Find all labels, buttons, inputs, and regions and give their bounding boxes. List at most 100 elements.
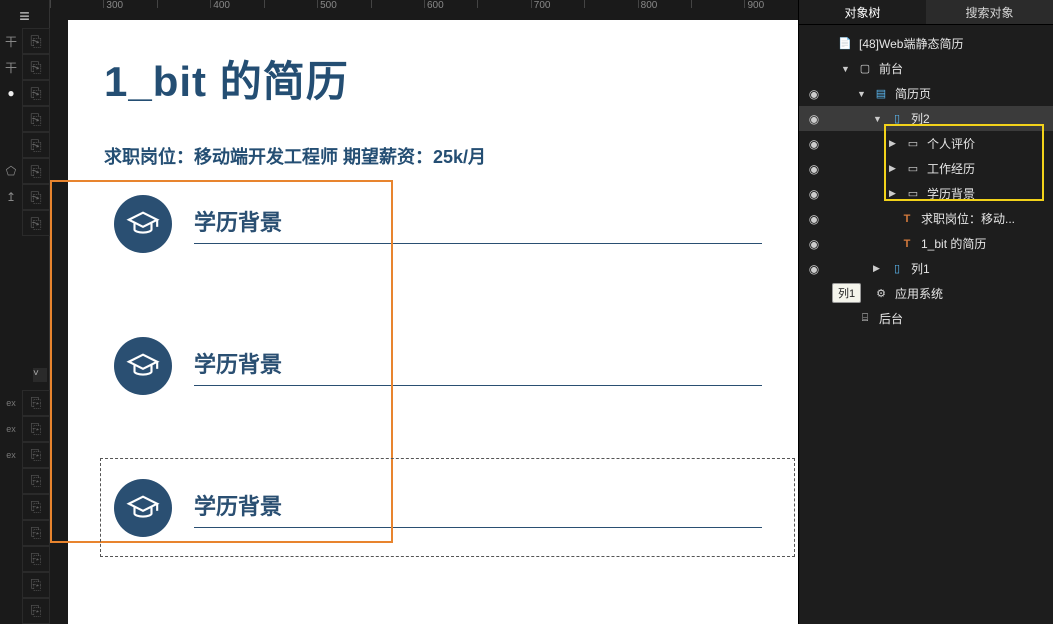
node-label: 后台 xyxy=(879,310,903,327)
object-tree[interactable]: 📄 [48]Web端静态简历 ▼ ▢ 前台 ◉ ▼ ▤ 简历页 ◉ ▼ ▯ xyxy=(799,25,1053,624)
tool-b2[interactable]: ⎘ xyxy=(22,54,50,80)
tool-ex5[interactable] xyxy=(0,494,22,520)
expand-arrow-icon[interactable]: ▼ xyxy=(873,114,883,124)
left-toolbar: ≡ 干 干 ● ⬠ ↥ ⎘ ⎘ ⎘ ⎘ ⎘ ⎘ ⎘ ⎘ ˅ ex⎘ ex⎘ ex… xyxy=(0,0,50,624)
collapse-arrow-icon[interactable]: ▶ xyxy=(889,138,899,149)
ruler-mark: 900 xyxy=(744,0,797,8)
tool-ic7[interactable]: ⎘ xyxy=(22,546,50,572)
visibility-icon[interactable]: ◉ xyxy=(803,137,825,151)
expand-arrow-icon[interactable]: ▼ xyxy=(857,89,867,99)
text-icon: T xyxy=(899,237,915,251)
tool-ex9[interactable] xyxy=(0,598,22,624)
tool-blank-1[interactable] xyxy=(0,106,22,132)
visibility-icon[interactable]: ◉ xyxy=(803,162,825,176)
tool-b8[interactable]: ⎘ xyxy=(22,210,50,236)
tool-ex8[interactable] xyxy=(0,572,22,598)
tool-arrow-up[interactable]: ↥ xyxy=(0,184,22,210)
visibility-icon[interactable]: ◉ xyxy=(803,212,825,226)
tool-b5[interactable]: ⎘ xyxy=(22,132,50,158)
node-label: 应用系统 xyxy=(895,285,943,302)
visibility-icon[interactable]: ◉ xyxy=(803,237,825,251)
resume-title[interactable]: 1_bit 的简历 xyxy=(104,48,762,109)
visibility-icon[interactable]: ◉ xyxy=(803,262,825,276)
tab-search[interactable]: 搜索对象 xyxy=(926,0,1053,24)
tree-node-resume-page[interactable]: ◉ ▼ ▤ 简历页 xyxy=(799,81,1053,106)
tree-node-jobtitle[interactable]: ◉ T 求职岗位：移动... xyxy=(799,206,1053,231)
visibility-icon[interactable]: ◉ xyxy=(803,112,825,126)
section-2[interactable]: 学历背景 xyxy=(114,337,762,395)
tool-blank-3[interactable] xyxy=(0,210,22,236)
tool-b1[interactable]: ⎘ xyxy=(22,28,50,54)
tree-node-col2[interactable]: ◉ ▼ ▯ 列2 xyxy=(799,106,1053,131)
design-canvas[interactable]: 1_bit 的简历 求职岗位：移动端开发工程师 期望薪资：25k/月 学历背景 … xyxy=(68,20,798,624)
tool-b6[interactable]: ⎘ xyxy=(22,158,50,184)
tree-node-col1[interactable]: ◉ ▶ ▯ 列1 xyxy=(799,256,1053,281)
tool-ic8[interactable]: ⎘ xyxy=(22,572,50,598)
section-1[interactable]: 学历背景 xyxy=(114,195,762,253)
graduation-cap-icon xyxy=(114,195,172,253)
ruler-mark: 300 xyxy=(103,0,156,8)
tool-ex7[interactable] xyxy=(0,546,22,572)
resume-subtitle[interactable]: 求职岗位：移动端开发工程师 期望薪资：25k/月 xyxy=(104,143,762,169)
tree-node-backend[interactable]: ⌸ 后台 xyxy=(799,306,1053,331)
tool-ex6[interactable] xyxy=(0,520,22,546)
tooltip: 列1 xyxy=(832,283,861,303)
tool-blank-2[interactable] xyxy=(0,132,22,158)
node-label: 求职岗位：移动... xyxy=(921,210,1015,227)
tree-node-work[interactable]: ◉ ▶ ▭ 工作经历 xyxy=(799,156,1053,181)
lower-tools: ex⎘ ex⎘ ex⎘ ⎘ ⎘ ⎘ ⎘ ⎘ ⎘ xyxy=(0,390,50,624)
tool-label-1[interactable]: 干 xyxy=(0,28,22,54)
tool-ex4[interactable] xyxy=(0,468,22,494)
ruler-mark xyxy=(371,0,424,8)
tool-ex2[interactable]: ex xyxy=(0,416,22,442)
tool-b4[interactable]: ⎘ xyxy=(22,106,50,132)
section-title[interactable]: 学历背景 xyxy=(194,205,762,244)
ruler-mark xyxy=(477,0,530,8)
tree-node-education[interactable]: ◉ ▶ ▭ 学历背景 xyxy=(799,181,1053,206)
tool-ic2[interactable]: ⎘ xyxy=(22,416,50,442)
resume-page: 1_bit 的简历 求职岗位：移动端开发工程师 期望薪资：25k/月 学历背景 … xyxy=(68,20,798,565)
node-label: 列2 xyxy=(911,110,930,127)
section-3[interactable]: 学历背景 xyxy=(114,479,762,537)
tree-node-frontend[interactable]: ▼ ▢ 前台 xyxy=(799,56,1053,81)
ruler-mark xyxy=(691,0,744,8)
node-label: 个人评价 xyxy=(927,135,975,152)
node-label: 学历背景 xyxy=(927,185,975,202)
panel-tabs: 对象树 搜索对象 xyxy=(799,0,1053,25)
ruler-mark xyxy=(50,0,103,8)
tool-shape[interactable]: ⬠ xyxy=(0,158,22,184)
ruler-mark xyxy=(264,0,317,8)
tool-label-2[interactable]: 干 xyxy=(0,54,22,80)
section-title[interactable]: 学历背景 xyxy=(194,489,762,528)
tool-dropdown[interactable]: ˅ xyxy=(33,368,47,382)
expand-arrow-icon[interactable]: ▼ xyxy=(841,64,851,74)
tool-ic9[interactable]: ⎘ xyxy=(22,598,50,624)
collapse-arrow-icon[interactable]: ▶ xyxy=(889,163,899,174)
tool-ic3[interactable]: ⎘ xyxy=(22,442,50,468)
node-label: 列1 xyxy=(911,260,930,277)
ruler-horizontal[interactable]: 300 400 500 600 700 800 900 xyxy=(50,0,798,20)
hamburger-menu[interactable]: ≡ xyxy=(6,4,44,28)
tool-b3[interactable]: ⎘ xyxy=(22,80,50,106)
tree-node-personal[interactable]: ◉ ▶ ▭ 个人评价 xyxy=(799,131,1053,156)
tool-b7[interactable]: ⎘ xyxy=(22,184,50,210)
tool-ic4[interactable]: ⎘ xyxy=(22,468,50,494)
visibility-icon[interactable]: ◉ xyxy=(803,187,825,201)
tool-ex3[interactable]: ex xyxy=(0,442,22,468)
node-label: 简历页 xyxy=(895,85,931,102)
tree-node-project[interactable]: 📄 [48]Web端静态简历 xyxy=(799,31,1053,56)
tool-ic6[interactable]: ⎘ xyxy=(22,520,50,546)
tool-ic1[interactable]: ⎘ xyxy=(22,390,50,416)
tree-node-maintitle[interactable]: ◉ T 1_bit 的简历 xyxy=(799,231,1053,256)
visibility-icon[interactable]: ◉ xyxy=(803,87,825,101)
section-title[interactable]: 学历背景 xyxy=(194,347,762,386)
node-label: 1_bit 的简历 xyxy=(921,235,986,252)
tab-object-tree[interactable]: 对象树 xyxy=(799,0,926,24)
tool-ic5[interactable]: ⎘ xyxy=(22,494,50,520)
tool-circle[interactable]: ● xyxy=(0,80,22,106)
ruler-mark xyxy=(157,0,210,8)
collapse-arrow-icon[interactable]: ▶ xyxy=(873,263,883,274)
tool-ex1[interactable]: ex xyxy=(0,390,22,416)
doc-icon: 📄 xyxy=(837,37,853,51)
collapse-arrow-icon[interactable]: ▶ xyxy=(889,188,899,199)
